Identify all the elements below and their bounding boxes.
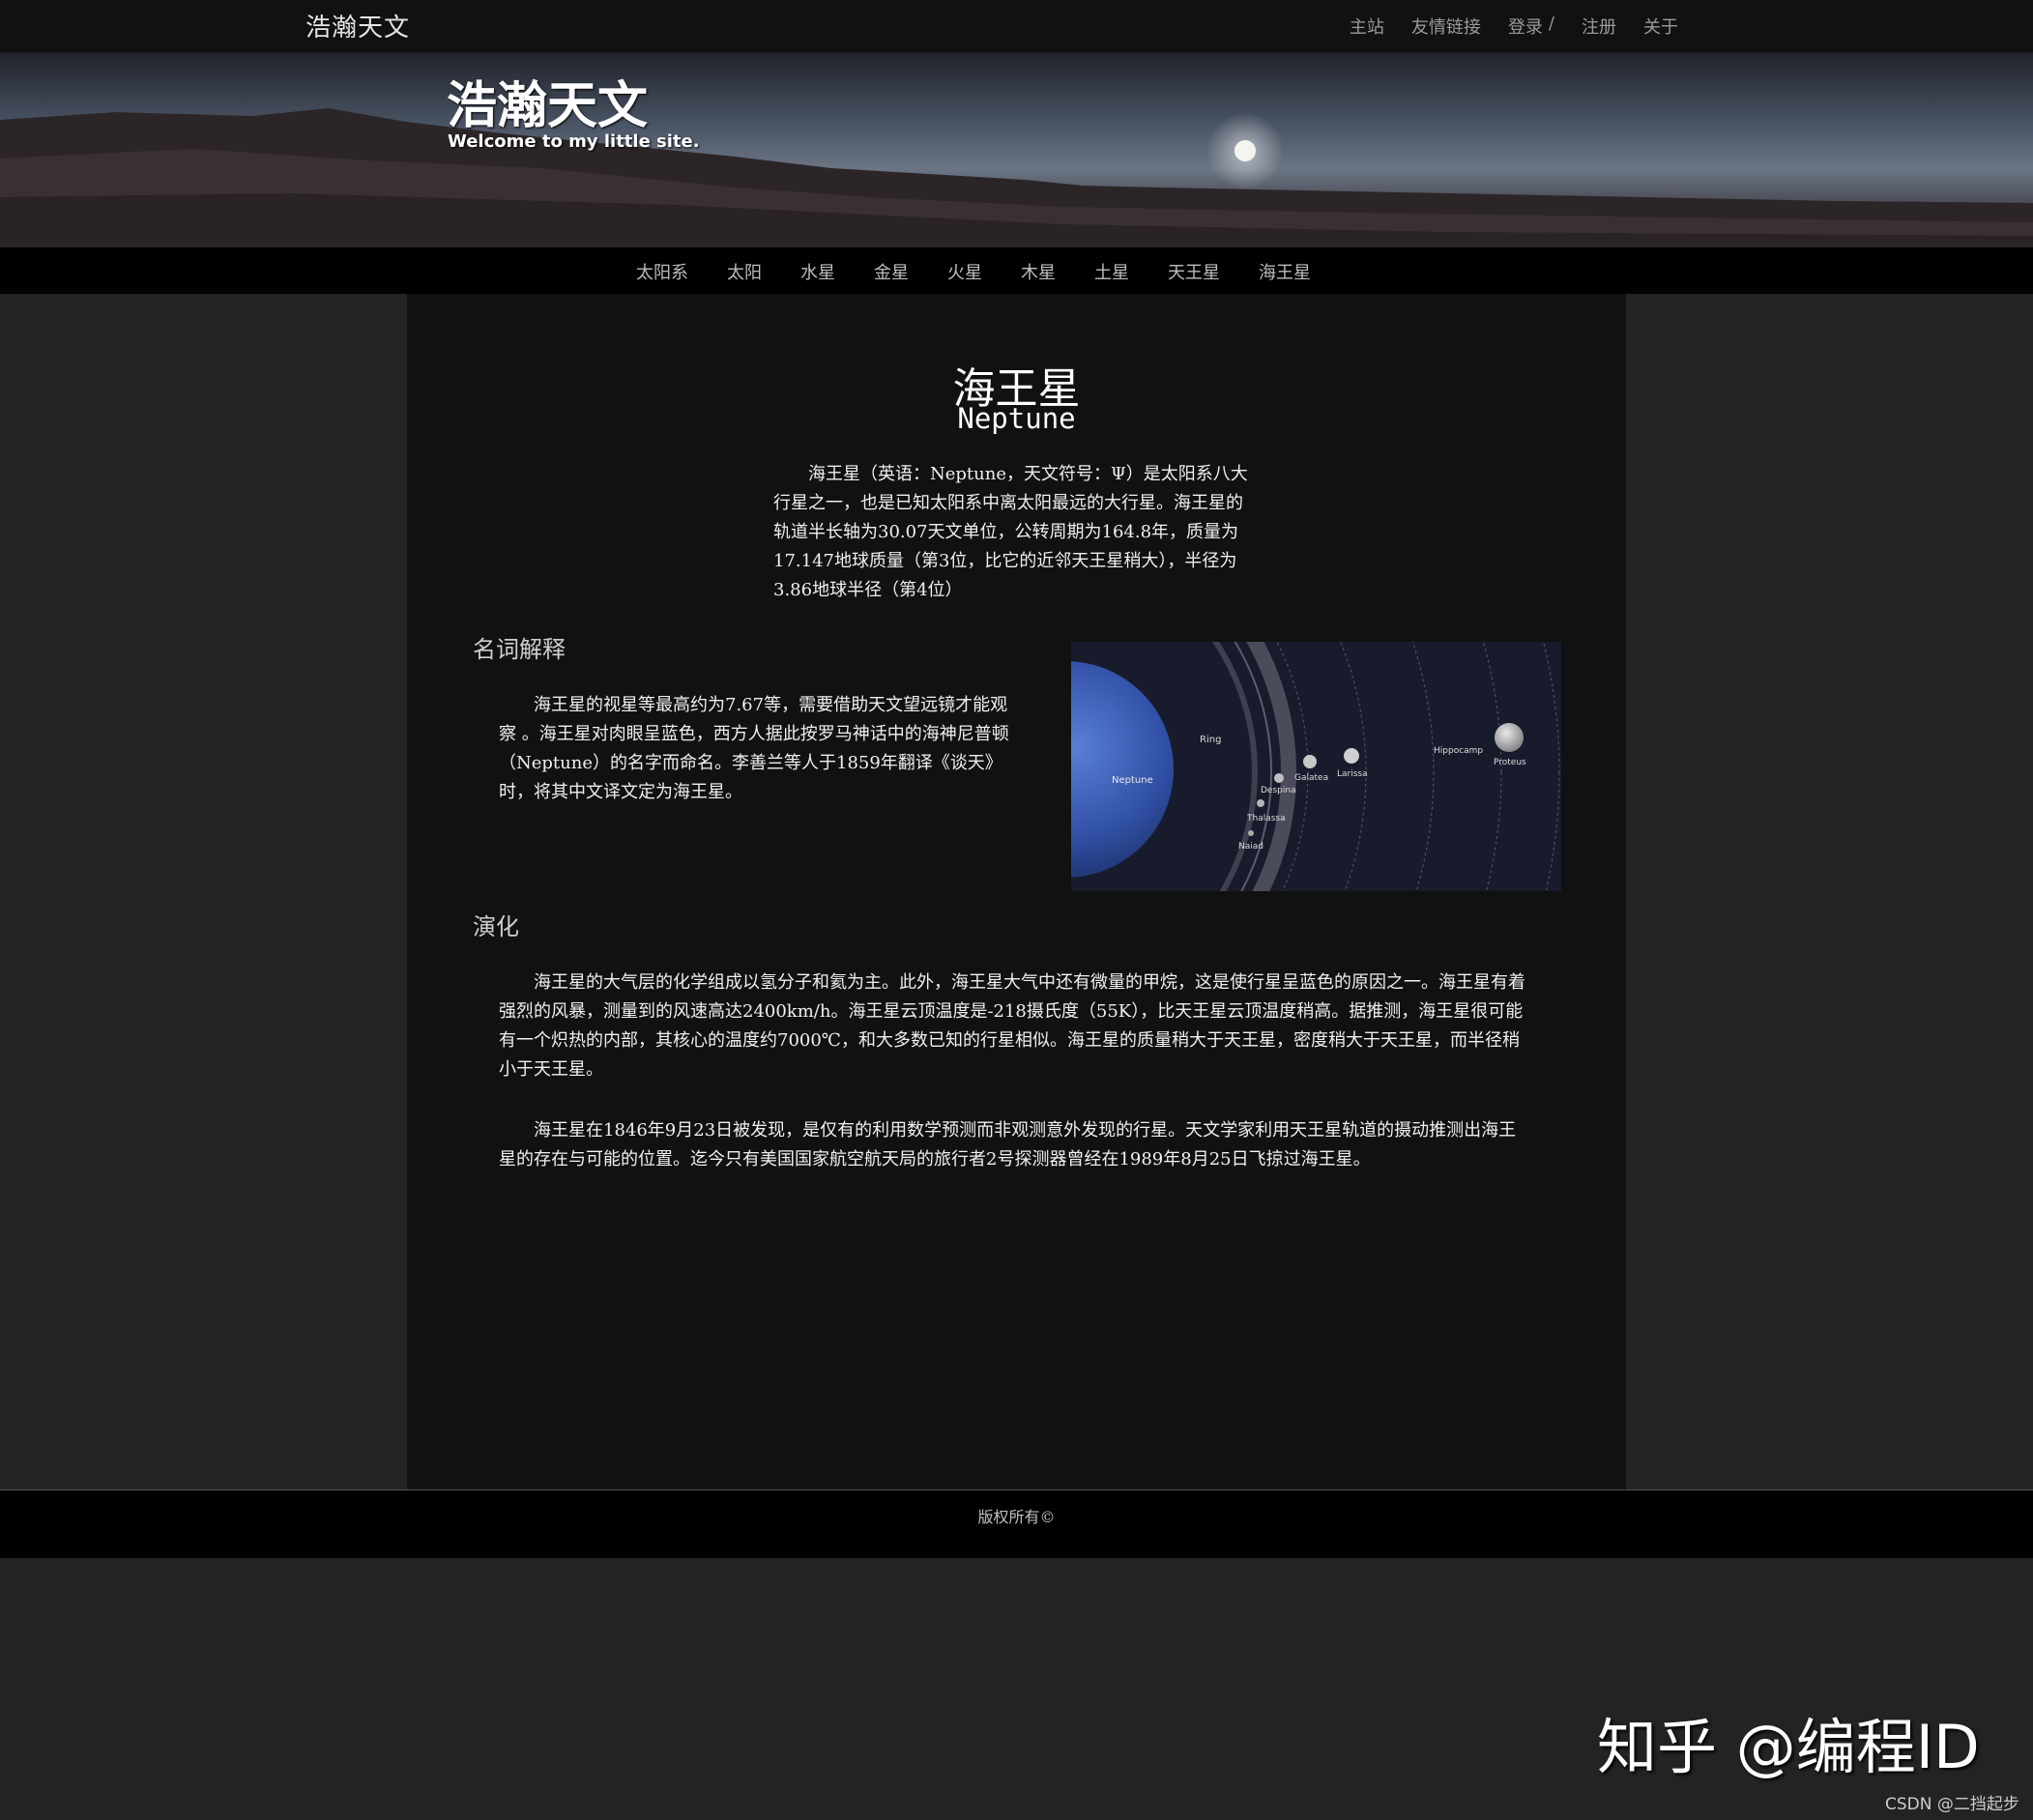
- label-larissa: Larissa: [1337, 769, 1368, 779]
- moon-larissa-icon: [1344, 748, 1359, 764]
- sun-icon: [1234, 140, 1256, 161]
- site-brand[interactable]: 浩瀚天文: [305, 8, 410, 43]
- planet-nav-saturn[interactable]: 土星: [1094, 259, 1129, 284]
- planet-nav-neptune[interactable]: 海王星: [1259, 259, 1311, 284]
- planet-nav-solar-system[interactable]: 太阳系: [636, 259, 688, 284]
- main-content: 海王星 Neptune 海王星（英语：Neptune，天文符号：Ψ）是太阳系八大…: [407, 294, 1626, 1489]
- intro-paragraph: 海王星（英语：Neptune，天文符号：Ψ）是太阳系八大行星之一，也是已知太阳系…: [773, 464, 1248, 600]
- banner-landscape: [0, 108, 2033, 247]
- label-hippocamp: Hippocamp: [1434, 746, 1483, 756]
- section-title-evolution: 演化: [473, 913, 519, 940]
- nav-link-login[interactable]: 登录: [1508, 14, 1543, 39]
- footer-copyright: 版权所有©: [977, 1508, 1056, 1526]
- nav-link-friends[interactable]: 友情链接: [1411, 14, 1481, 39]
- label-neptune: Neptune: [1112, 775, 1153, 786]
- section-terms-text: 海王星的视星等最高约为7.67等，需要借助天文望远镜才能观察 。海王星对肉眼呈蓝…: [499, 695, 1009, 802]
- planet-nav-mercury[interactable]: 水星: [800, 259, 835, 284]
- nav-separator: /: [1548, 14, 1554, 34]
- top-nav-links: 主站 友情链接 登录 / 注册 关于: [1322, 14, 1678, 39]
- label-naiad: Naiad: [1238, 842, 1263, 852]
- watermark-zhihu: 知乎 @编程ID: [1597, 1712, 1980, 1782]
- planet-nav-mars[interactable]: 火星: [947, 259, 982, 284]
- nav-link-register[interactable]: 注册: [1582, 14, 1616, 39]
- banner-subtitle: Welcome to my little site.: [448, 131, 700, 152]
- section-evolution-text-1: 海王星的大气层的化学组成以氢分子和氦为主。此外，海王星大气中还有微量的甲烷，这是…: [499, 972, 1525, 1080]
- label-despina: Despina: [1261, 786, 1296, 795]
- moon-despina-icon: [1274, 773, 1284, 783]
- moon-naiad-icon: [1248, 830, 1254, 836]
- label-proteus: Proteus: [1494, 758, 1526, 767]
- top-navbar: 浩瀚天文 主站 友情链接 登录 / 注册 关于: [0, 0, 2033, 52]
- planet-nav-sun[interactable]: 太阳: [727, 259, 762, 284]
- banner-title: 浩瀚天文: [447, 77, 649, 135]
- nav-link-home[interactable]: 主站: [1350, 14, 1384, 39]
- nav-link-about[interactable]: 关于: [1643, 14, 1678, 39]
- label-thalassa: Thalassa: [1246, 814, 1286, 823]
- planet-nav-venus[interactable]: 金星: [874, 259, 909, 284]
- planet-nav: 太阳系 太阳 水星 金星 火星 木星 土星 天王星 海王星: [0, 247, 2033, 294]
- label-ring: Ring: [1200, 735, 1221, 745]
- planet-nav-jupiter[interactable]: 木星: [1021, 259, 1056, 284]
- neptune-planet-icon: [1071, 661, 1174, 878]
- footer: 版权所有©: [0, 1489, 2033, 1558]
- moon-proteus-icon: [1495, 723, 1524, 752]
- header-banner: 浩瀚天文 Welcome to my little site.: [0, 52, 2033, 247]
- moon-thalassa-icon: [1257, 799, 1264, 807]
- planet-nav-uranus[interactable]: 天王星: [1168, 259, 1220, 284]
- neptune-moons-diagram: Neptune Ring Galatea Larissa Despina Tha…: [1071, 642, 1561, 891]
- moon-galatea-icon: [1303, 755, 1317, 768]
- section-evolution-text-2: 海王星在1846年9月23日被发现，是仅有的利用数学预测而非观测意外发现的行星。…: [499, 1120, 1517, 1170]
- watermark-csdn: CSDN @二挡起步: [1885, 1795, 2019, 1814]
- page-title-en: Neptune: [957, 402, 1076, 435]
- label-galatea: Galatea: [1294, 773, 1328, 783]
- section-title-terms: 名词解释: [473, 636, 566, 663]
